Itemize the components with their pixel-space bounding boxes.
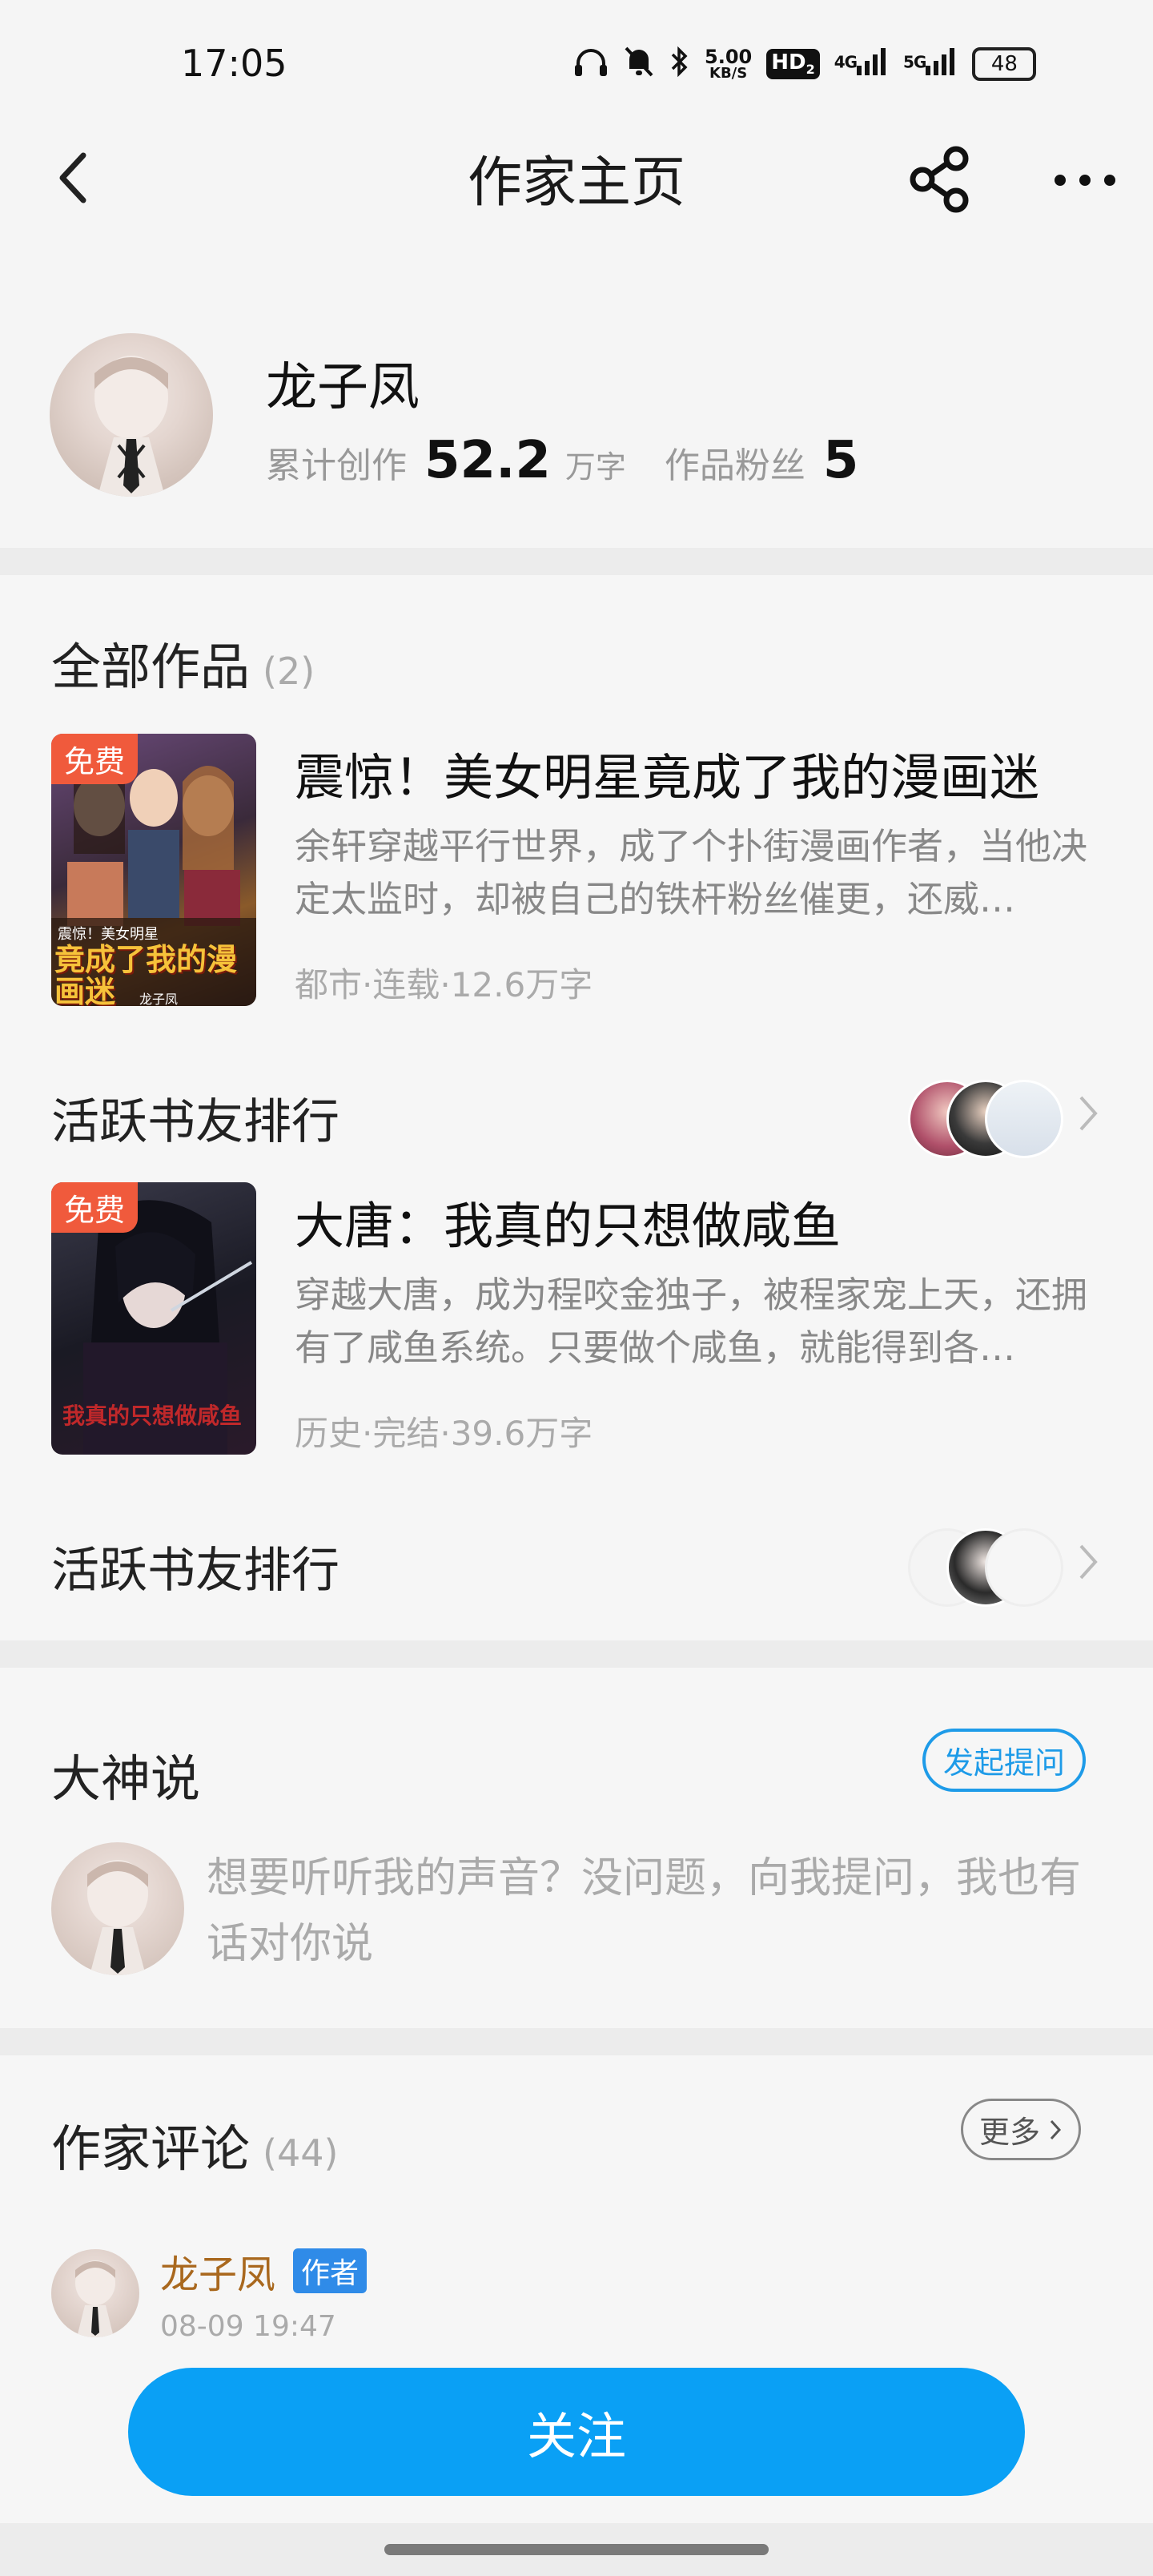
author-tag: 作者 — [293, 2248, 368, 2293]
more-icon[interactable] — [1049, 152, 1121, 208]
net-speed-unit: KB/S — [709, 65, 748, 82]
share-icon[interactable] — [905, 144, 975, 215]
chevron-right-icon[interactable] — [1076, 1540, 1100, 1595]
hd-sub: 2 — [805, 62, 815, 78]
commenter-avatar[interactable] — [51, 2249, 139, 2337]
cover-author: 龙子凤 — [139, 992, 179, 1006]
section-divider — [0, 548, 1153, 575]
home-indicator[interactable] — [384, 2544, 769, 2555]
fan-avatar — [985, 1080, 1063, 1158]
cover-title: 我真的只想做咸鱼 — [62, 1403, 243, 1429]
chevron-right-icon[interactable] — [1076, 1091, 1100, 1146]
follow-button[interactable]: 关注 — [128, 2368, 1025, 2496]
author-avatar — [51, 1842, 184, 1975]
comments-count: (44) — [263, 2131, 339, 2175]
bluetooth-icon — [669, 45, 690, 84]
more-button[interactable]: 更多 — [961, 2099, 1082, 2160]
author-avatar[interactable] — [50, 333, 213, 497]
fan-avatar — [985, 1528, 1063, 1607]
signal-5g: 5G — [903, 47, 958, 81]
book-meta: 都市·连载·12.6万字 — [295, 965, 593, 1004]
fans-value: 5 — [822, 431, 859, 490]
battery-icon: 48 — [972, 47, 1037, 81]
book-desc: 穿越大唐，成为程咬金独子，被程家宠上天，还拥有了咸鱼系统。只要做个咸鱼，就能得到… — [295, 1274, 1088, 1369]
more-label: 更多 — [979, 2115, 1041, 2150]
chevron-right-icon — [1050, 2119, 1062, 2139]
book-cover[interactable]: 震惊！美女明星 竟成了我的漫画迷 龙子凤 免费 — [51, 734, 256, 1006]
ask-prompt: 想要听听我的声音？没问题，向我提问，我也有话对你说 — [207, 1854, 1082, 1968]
section-divider — [0, 2028, 1153, 2055]
fans-label: 作品粉丝 — [664, 445, 805, 486]
book-title[interactable]: 震惊！美女明星竟成了我的漫画迷 — [295, 737, 1039, 809]
book-title[interactable]: 大唐：我真的只想做咸鱼 — [295, 1185, 841, 1258]
rank-label[interactable]: 活跃书友排行 — [51, 1532, 339, 1601]
book-desc: 余轩穿越平行世界，成了个扑街漫画作者，当他决定太监时，却被自己的铁杆粉丝催更，还… — [295, 825, 1088, 920]
mute-bell-icon — [623, 45, 655, 84]
status-icons: 5.00 KB/S HD2 4G 5G 48 — [573, 40, 1037, 88]
works-title: 全部作品 — [51, 638, 251, 696]
fans-avatars[interactable] — [908, 1080, 1063, 1158]
page-title: 作家主页 — [467, 151, 685, 215]
total-words-value: 52.2 — [424, 431, 551, 490]
hd-label: HD — [771, 50, 806, 75]
net-speed: 5.00 KB/S — [705, 47, 752, 81]
net-speed-value: 5.00 — [705, 46, 753, 68]
commenter-name[interactable]: 龙子凤 — [160, 2243, 275, 2299]
dashen-title: 大神说 — [51, 1749, 201, 1808]
rank-label[interactable]: 活跃书友排行 — [51, 1083, 339, 1153]
fans-avatars[interactable] — [908, 1528, 1063, 1607]
free-badge: 免费 — [51, 734, 139, 784]
works-count: (2) — [263, 650, 315, 693]
hd-badge: HD2 — [766, 49, 820, 79]
signal-4g-label: 4G — [834, 51, 858, 71]
works-header: 全部作品 (2) — [51, 626, 315, 698]
free-badge: 免费 — [51, 1182, 139, 1233]
author-name: 龙子凤 — [266, 358, 420, 417]
section-divider — [0, 1640, 1153, 1668]
cover-subtitle: 震惊！美女明星 — [58, 926, 159, 943]
signal-4g: 4G — [834, 47, 889, 81]
book-cover[interactable]: 我真的只想做咸鱼 免费 — [51, 1182, 256, 1455]
total-words-label: 累计创作 — [266, 445, 407, 486]
signal-5g-label: 5G — [903, 51, 926, 71]
ask-question-button[interactable]: 发起提问 — [922, 1729, 1087, 1792]
total-words-unit: 万字 — [564, 449, 626, 485]
comments-title: 作家评论 — [51, 2119, 251, 2178]
status-time: 17:05 — [181, 42, 287, 85]
book-meta: 历史·完结·39.6万字 — [295, 1414, 593, 1453]
headphones-icon — [573, 46, 609, 83]
author-stats: 累计创作 52.2 万字 作品粉丝 5 — [266, 431, 858, 490]
comment-header: 龙子凤 作者 — [160, 2243, 368, 2299]
comments-header: 作家评论 (44) — [51, 2108, 338, 2180]
